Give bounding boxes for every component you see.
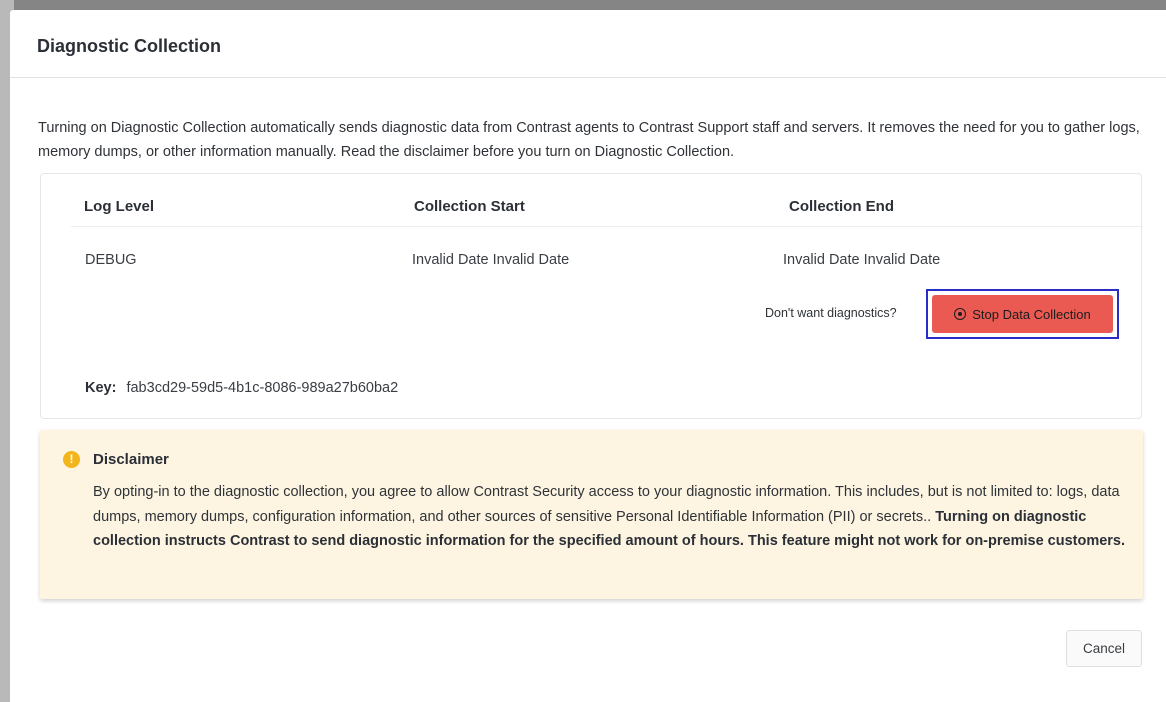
collection-panel: Log Level Collection Start Collection En… [40, 173, 1143, 419]
disclaimer-body: By opting-in to the diagnostic collectio… [93, 480, 1133, 554]
cell-collection-end: Invalid Date Invalid Date [783, 252, 941, 268]
cell-log-level: DEBUG [85, 252, 137, 268]
header-collection-start: Collection Start [414, 198, 525, 215]
stop-data-collection-button[interactable]: Stop Data Collection [932, 295, 1113, 333]
header-divider [71, 226, 1143, 227]
key-row: Key: fab3cd29-59d5-4b1c-8086-989a27b60ba… [85, 380, 398, 396]
intro-text: Turning on Diagnostic Collection automat… [38, 120, 1140, 160]
cancel-button[interactable]: Cancel [1066, 630, 1142, 667]
dialog-title: Diagnostic Collection [37, 36, 222, 56]
key-value: fab3cd29-59d5-4b1c-8086-989a27b60ba2 [126, 380, 399, 396]
radio-record-icon [954, 308, 967, 320]
key-label: Key: [85, 380, 117, 396]
header-log-level: Log Level [84, 198, 155, 215]
stop-hint-text: Don't want diagnostics? [765, 306, 897, 320]
cell-collection-start: Invalid Date Invalid Date [412, 252, 570, 268]
stop-button-focus-ring: Stop Data Collection [926, 289, 1119, 339]
disclaimer-title: Disclaimer [93, 451, 169, 468]
disclaimer-box: ! Disclaimer By opting-in to the diagnos… [40, 430, 1143, 599]
warning-icon: ! [63, 451, 80, 468]
dialog-header: Diagnostic Collection [10, 10, 1166, 78]
header-collection-end: Collection End [789, 198, 894, 215]
stop-button-label: Stop Data Collection [972, 306, 1091, 322]
diagnostic-collection-dialog: Diagnostic Collection Turning on Diagnos… [10, 10, 1166, 702]
